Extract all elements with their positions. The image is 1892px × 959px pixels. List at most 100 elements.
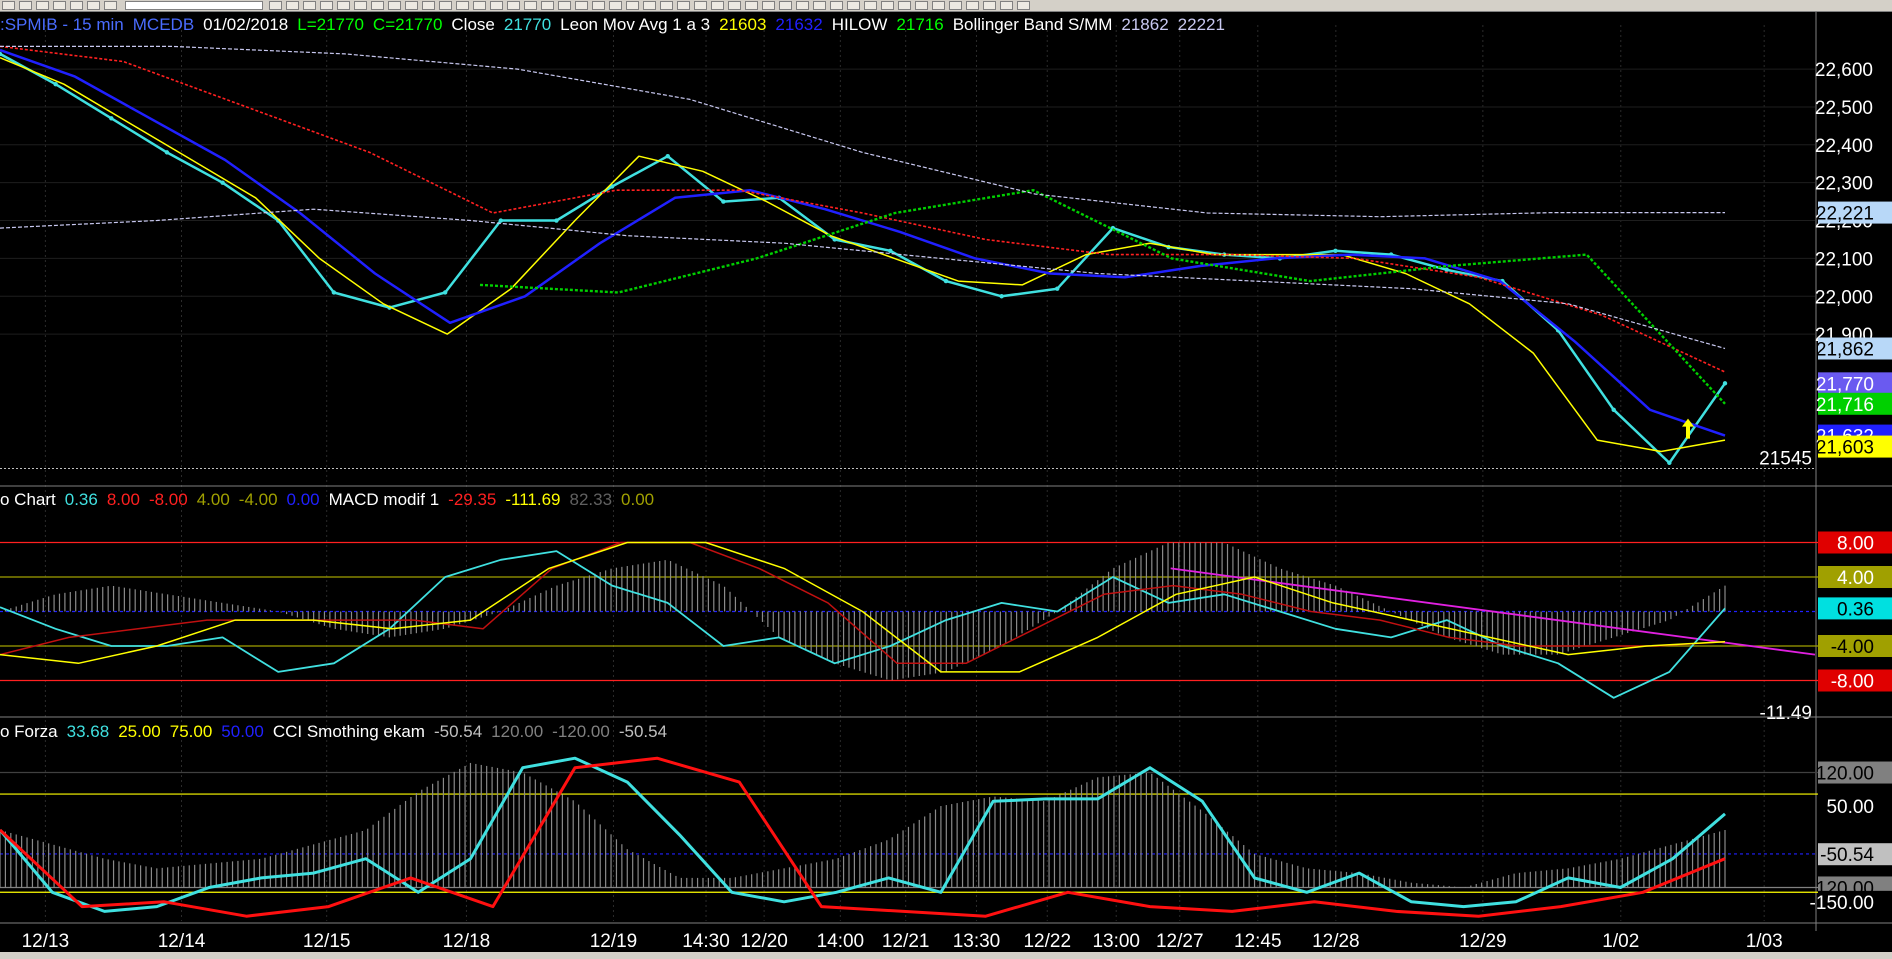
price-point xyxy=(1333,248,1338,254)
x-tick-label: 14:00 xyxy=(817,931,865,952)
toolbar-button[interactable] xyxy=(762,1,775,10)
toolbar-button[interactable] xyxy=(1000,1,1013,10)
header-item: CCI Smothing ekam xyxy=(272,722,425,741)
header-item: 75.00 xyxy=(169,722,213,741)
header-item: 22221 xyxy=(1177,15,1225,34)
toolbar-button[interactable] xyxy=(660,1,673,10)
toolbar-button[interactable] xyxy=(36,1,49,10)
x-tick-label: 12/15 xyxy=(303,931,351,952)
symbol-select[interactable] xyxy=(125,1,263,10)
toolbar-button[interactable] xyxy=(864,1,877,10)
toolbar-button[interactable] xyxy=(269,1,282,10)
toolbar-button[interactable] xyxy=(881,1,894,10)
price-chart-canvas[interactable]: 21,90022,00022,10022,20022,30022,40022,5… xyxy=(0,11,1892,952)
x-tick-label: 1/03 xyxy=(1746,931,1783,952)
value-tag-label: -8.00 xyxy=(1831,672,1874,693)
toolbar-button[interactable] xyxy=(286,1,299,10)
toolbar-button[interactable] xyxy=(388,1,401,10)
value-tag-label: 120.00 xyxy=(1816,764,1874,785)
x-tick-label: 12/22 xyxy=(1023,931,1071,952)
toolbar-button[interactable] xyxy=(541,1,554,10)
series-line xyxy=(0,57,1726,453)
chart-header-cci: o Forza 33.68 25.00 75.00 50.00 CCI Smothing … xyxy=(0,722,676,742)
header-item: -111.69 xyxy=(505,490,561,509)
price-point xyxy=(1611,407,1616,413)
toolbar-button[interactable] xyxy=(745,1,758,10)
value-tag-label: 4.00 xyxy=(1837,568,1874,589)
toolbar-button[interactable] xyxy=(779,1,792,10)
toolbar-button[interactable] xyxy=(320,1,333,10)
header-item: 82.33 xyxy=(569,490,613,509)
toolbar-button[interactable] xyxy=(728,1,741,10)
toolbar-button[interactable] xyxy=(932,1,945,10)
x-tick-label: 14:30 xyxy=(682,931,730,952)
header-item: 21770 xyxy=(503,15,552,34)
toolbar-button[interactable] xyxy=(694,1,707,10)
toolbar-button[interactable] xyxy=(847,1,860,10)
x-tick-label: 12/18 xyxy=(443,931,491,952)
toolbar-button[interactable] xyxy=(354,1,367,10)
y-tick-label: 22,600 xyxy=(1815,60,1873,81)
series-line xyxy=(0,550,1726,699)
toolbar-button[interactable] xyxy=(711,1,724,10)
toolbar-button[interactable] xyxy=(53,1,66,10)
chart-header-main: :SPMIB - 15 min MCEDB 01/02/2018 L=21770 C=2… xyxy=(0,15,1234,35)
toolbar-button[interactable] xyxy=(813,1,826,10)
header-item: 01/02/2018 xyxy=(203,15,289,34)
price-point xyxy=(1055,286,1060,291)
header-item: C=21770 xyxy=(372,15,443,34)
value-tag-label: 0.36 xyxy=(1837,599,1874,620)
toolbar-button[interactable] xyxy=(2,1,15,10)
toolbar-button[interactable] xyxy=(575,1,588,10)
series-line xyxy=(0,541,1726,665)
header-item: -4.00 xyxy=(238,490,278,509)
toolbar-button[interactable] xyxy=(626,1,639,10)
toolbar-button[interactable] xyxy=(524,1,537,10)
toolbar-button[interactable] xyxy=(796,1,809,10)
price-point xyxy=(665,153,670,159)
toolbar-button[interactable] xyxy=(439,1,452,10)
header-item: 50.00 xyxy=(221,722,264,741)
x-tick-label: 12/13 xyxy=(22,931,70,952)
value-tag-label: 21,770 xyxy=(1816,374,1874,395)
toolbar-button[interactable] xyxy=(830,1,843,10)
toolbar-button[interactable] xyxy=(405,1,418,10)
toolbar-button[interactable] xyxy=(456,1,469,10)
value-tag-label: 21,862 xyxy=(1816,340,1874,361)
price-point xyxy=(442,290,448,295)
y-tick-label: 22,500 xyxy=(1815,98,1873,119)
toolbar-button[interactable] xyxy=(609,1,622,10)
toolbar-button[interactable] xyxy=(507,1,520,10)
price-point xyxy=(999,294,1004,299)
toolbar-button[interactable] xyxy=(87,1,100,10)
x-tick-label: 12/29 xyxy=(1459,931,1507,952)
header-item: o Chart xyxy=(0,490,56,509)
toolbar-button[interactable] xyxy=(337,1,350,10)
toolbar-button[interactable] xyxy=(983,1,996,10)
header-item: 21603 xyxy=(719,15,767,34)
toolbar-button[interactable] xyxy=(1017,1,1030,10)
toolbar-button[interactable] xyxy=(104,1,117,10)
toolbar-button[interactable] xyxy=(70,1,83,10)
toolbar-button[interactable] xyxy=(473,1,486,10)
series-line xyxy=(479,188,1726,405)
toolbar-button[interactable] xyxy=(966,1,979,10)
toolbar-button[interactable] xyxy=(371,1,384,10)
toolbar-button[interactable] xyxy=(643,1,656,10)
header-item: MCEDB xyxy=(132,15,195,34)
header-item: -50.54 xyxy=(618,722,668,741)
toolbar-button[interactable] xyxy=(915,1,928,10)
toolbar-button[interactable] xyxy=(490,1,503,10)
header-item: MACD modif 1 xyxy=(328,490,440,509)
header-item: 4.00 xyxy=(196,490,230,509)
header-item: 21632 xyxy=(775,15,823,34)
toolbar-button[interactable] xyxy=(303,1,316,10)
toolbar-button[interactable] xyxy=(677,1,690,10)
toolbar-button[interactable] xyxy=(422,1,435,10)
toolbar-button[interactable] xyxy=(558,1,571,10)
price-point xyxy=(109,116,114,121)
toolbar-button[interactable] xyxy=(19,1,32,10)
toolbar-button[interactable] xyxy=(949,1,962,10)
toolbar-button[interactable] xyxy=(898,1,911,10)
toolbar-button[interactable] xyxy=(592,1,605,10)
